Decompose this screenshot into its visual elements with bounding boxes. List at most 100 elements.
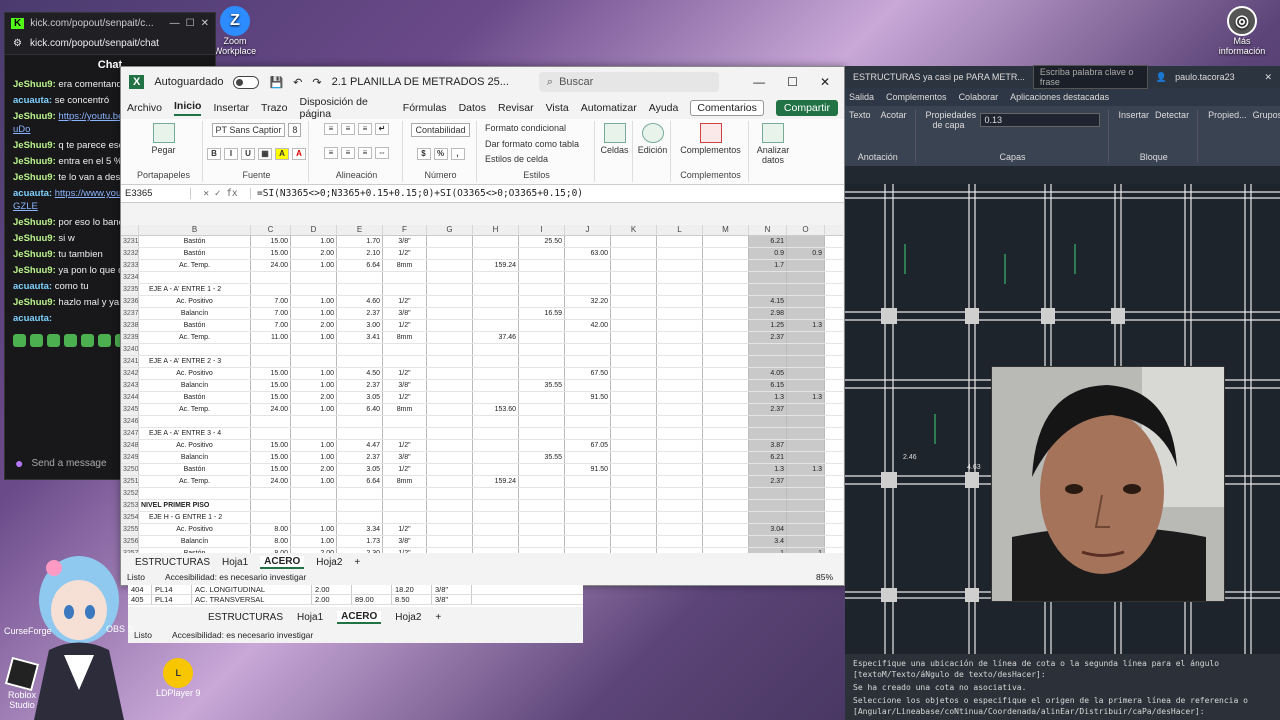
- cell[interactable]: 0.9: [749, 248, 787, 259]
- cell[interactable]: PL14: [152, 595, 192, 604]
- cad-search-input[interactable]: Escriba palabra clave o frase: [1032, 65, 1148, 89]
- cell[interactable]: [427, 320, 473, 331]
- cell[interactable]: [703, 452, 749, 463]
- cell[interactable]: [519, 284, 565, 295]
- cell[interactable]: [519, 536, 565, 547]
- chat-username[interactable]: JeShuu9:: [13, 217, 56, 228]
- cell[interactable]: [473, 488, 519, 499]
- cell[interactable]: 16.59: [519, 308, 565, 319]
- groups-button[interactable]: Grupos: [1253, 110, 1280, 120]
- cell[interactable]: [787, 440, 825, 451]
- cell[interactable]: [519, 488, 565, 499]
- cell[interactable]: [787, 236, 825, 247]
- cell[interactable]: Bastón: [139, 236, 251, 247]
- info-desktop-icon[interactable]: ◎ Más información: [1212, 6, 1272, 56]
- cell[interactable]: [611, 392, 657, 403]
- cell[interactable]: [787, 536, 825, 547]
- cell[interactable]: 1.3: [787, 464, 825, 475]
- cell[interactable]: [787, 344, 825, 355]
- cell[interactable]: [565, 284, 611, 295]
- cell[interactable]: [611, 236, 657, 247]
- row-number[interactable]: 3236: [121, 296, 139, 307]
- cell[interactable]: [565, 512, 611, 523]
- cell[interactable]: [787, 476, 825, 487]
- cell[interactable]: [657, 284, 703, 295]
- cell[interactable]: 153.60: [473, 404, 519, 415]
- cell[interactable]: 25.50: [519, 236, 565, 247]
- cell[interactable]: [251, 272, 291, 283]
- cell[interactable]: [565, 452, 611, 463]
- cell[interactable]: [787, 416, 825, 427]
- row-number[interactable]: 3234: [121, 272, 139, 283]
- number-format-select[interactable]: Contabilidad: [411, 123, 470, 137]
- cell[interactable]: [657, 332, 703, 343]
- cell[interactable]: [703, 272, 749, 283]
- cell[interactable]: 3.00: [337, 320, 383, 331]
- comma-button[interactable]: ,: [450, 147, 465, 160]
- cell[interactable]: [657, 428, 703, 439]
- cell[interactable]: [611, 416, 657, 427]
- cell[interactable]: [291, 488, 337, 499]
- cell[interactable]: [519, 344, 565, 355]
- cell[interactable]: [251, 428, 291, 439]
- cell[interactable]: [749, 356, 787, 367]
- cell[interactable]: AC. LONGITUDINAL: [192, 585, 312, 594]
- cell[interactable]: 2.37: [749, 476, 787, 487]
- cell[interactable]: 18.20: [392, 585, 432, 594]
- cell[interactable]: [703, 440, 749, 451]
- cell[interactable]: 1.00: [291, 296, 337, 307]
- cell[interactable]: 1/2": [383, 368, 427, 379]
- cell[interactable]: [703, 464, 749, 475]
- row-number[interactable]: 3232: [121, 248, 139, 259]
- row-number[interactable]: 3242: [121, 368, 139, 379]
- cell[interactable]: [427, 440, 473, 451]
- cell[interactable]: [657, 392, 703, 403]
- cell[interactable]: 1.00: [291, 380, 337, 391]
- cell[interactable]: [611, 404, 657, 415]
- cell[interactable]: [519, 368, 565, 379]
- cell[interactable]: 6.21: [749, 236, 787, 247]
- cell[interactable]: [383, 500, 427, 511]
- font-name-select[interactable]: PT Sans Captior: [211, 123, 286, 137]
- cell[interactable]: [611, 368, 657, 379]
- cell[interactable]: 3.05: [337, 464, 383, 475]
- cell[interactable]: [749, 416, 787, 427]
- cell[interactable]: [519, 476, 565, 487]
- cell[interactable]: 1.3: [749, 392, 787, 403]
- percent-button[interactable]: %: [433, 147, 448, 160]
- cell[interactable]: 1/2": [383, 464, 427, 475]
- cell[interactable]: 3/8": [383, 308, 427, 319]
- cell[interactable]: 8mm: [383, 476, 427, 487]
- addins-button[interactable]: Complementos: [680, 123, 741, 155]
- analyze-data-button[interactable]: Analizar datos: [757, 123, 789, 165]
- cell[interactable]: [427, 356, 473, 367]
- add-sheet-icon[interactable]: +: [354, 557, 360, 568]
- cell[interactable]: 1.00: [291, 260, 337, 271]
- cell[interactable]: [337, 488, 383, 499]
- cell[interactable]: 4.15: [749, 296, 787, 307]
- cell[interactable]: 24.00: [251, 260, 291, 271]
- undo-icon[interactable]: ↶: [293, 76, 302, 89]
- cell[interactable]: 3/8": [432, 585, 472, 594]
- cad-menu-tab[interactable]: Colaborar: [959, 92, 999, 102]
- cell[interactable]: [611, 536, 657, 547]
- cell[interactable]: [657, 368, 703, 379]
- cell[interactable]: Bastón: [139, 392, 251, 403]
- chat-username[interactable]: JeShuu9:: [13, 249, 56, 260]
- cell[interactable]: [611, 260, 657, 271]
- cell[interactable]: Ac. Positivo: [139, 368, 251, 379]
- cell[interactable]: 15.00: [251, 236, 291, 247]
- cell[interactable]: 3.41: [337, 332, 383, 343]
- row-number[interactable]: 3235: [121, 284, 139, 295]
- cell[interactable]: 67.05: [565, 440, 611, 451]
- cell[interactable]: [703, 428, 749, 439]
- cell[interactable]: [749, 344, 787, 355]
- emote-icon[interactable]: [64, 334, 77, 347]
- cell[interactable]: [291, 500, 337, 511]
- cell[interactable]: [473, 464, 519, 475]
- cell[interactable]: 89.00: [352, 595, 392, 604]
- cell[interactable]: [291, 344, 337, 355]
- cell[interactable]: [383, 356, 427, 367]
- cell[interactable]: [611, 428, 657, 439]
- accessibility-status[interactable]: Accesibilidad: es necesario investigar: [172, 630, 313, 640]
